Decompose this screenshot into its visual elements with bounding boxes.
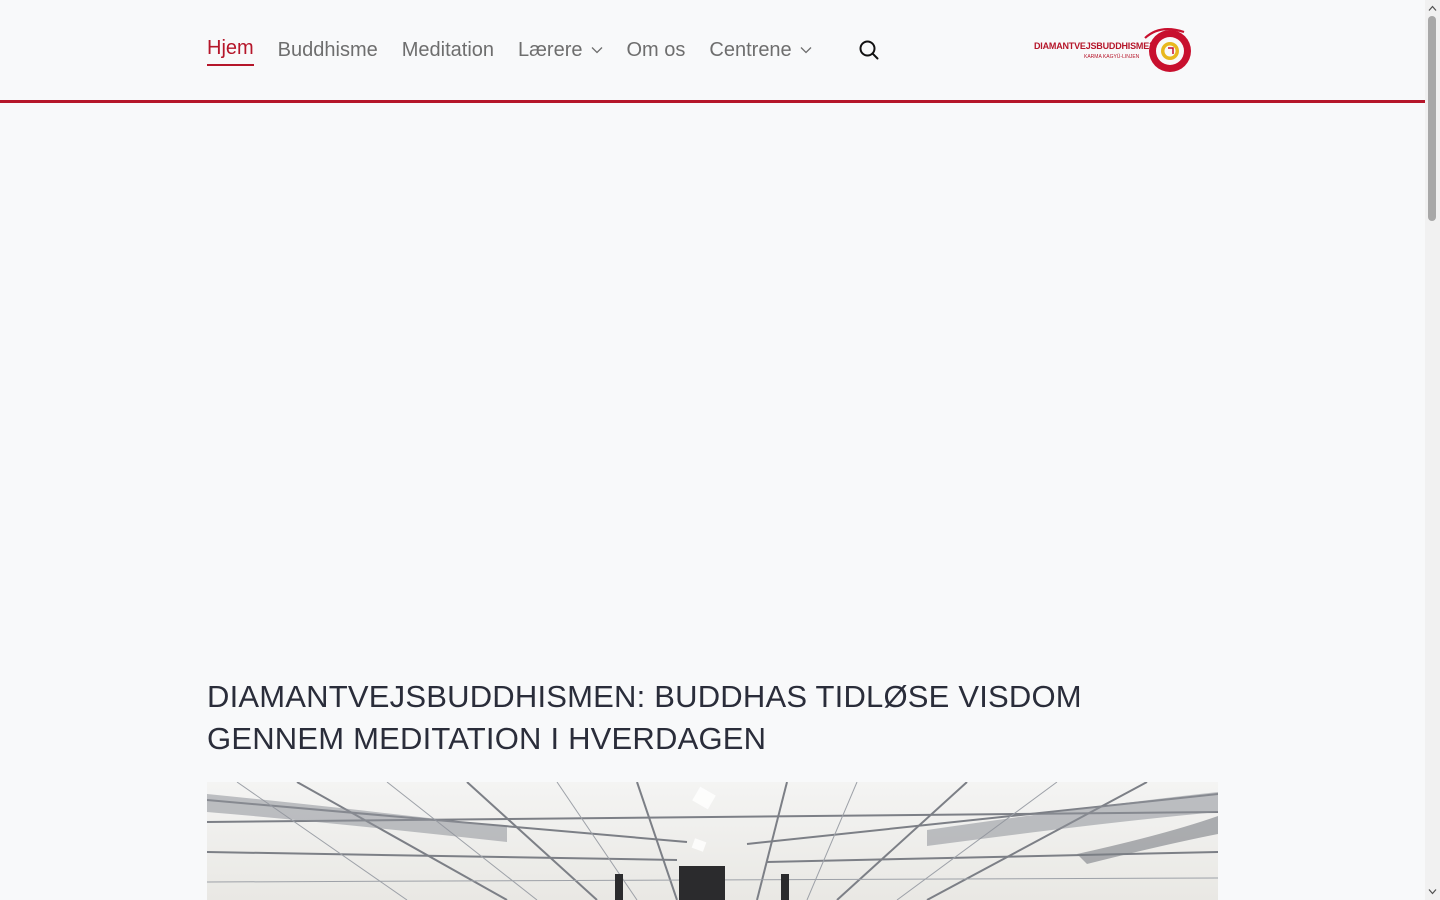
nav-item-laerere[interactable]: Lærere: [518, 36, 602, 64]
search-button[interactable]: [858, 39, 880, 61]
chevron-down-icon: [591, 47, 602, 54]
nav-item-meditation[interactable]: Meditation: [402, 36, 494, 64]
scrollbar-thumb[interactable]: [1428, 16, 1436, 221]
hero-video-area: [0, 103, 1425, 643]
logo-emblem-icon: [1144, 27, 1191, 72]
nav-item-label: Om os: [626, 39, 686, 61]
nav-item-label: Hjem: [207, 34, 254, 66]
tent-roof-illustration: [207, 782, 1218, 900]
search-icon: [859, 40, 879, 60]
vertical-scrollbar[interactable]: [1425, 0, 1440, 900]
nav-item-centrene[interactable]: Centrene: [709, 36, 812, 64]
nav-item-hjem[interactable]: Hjem: [207, 34, 254, 66]
main-nav: Hjem Buddhisme Meditation Lærere Om os C…: [207, 36, 836, 66]
nav-item-buddhisme[interactable]: Buddhisme: [278, 36, 378, 64]
scroll-up-arrow-icon[interactable]: [1428, 4, 1437, 13]
logo-text: DIAMANTVEJSBUDDHISME: [1034, 41, 1150, 51]
logo-subtext: KARMA KAGYÜ-LINJEN: [1084, 54, 1140, 60]
site-logo[interactable]: DIAMANTVEJSBUDDHISME KARMA KAGYÜ-LINJEN: [1030, 24, 1194, 76]
scroll-down-arrow-icon[interactable]: [1428, 887, 1437, 896]
hero-image: [207, 782, 1218, 900]
page: Hjem Buddhisme Meditation Lærere Om os C…: [0, 0, 1425, 900]
page-headline: DIAMANTVEJSBUDDHISMEN: BUDDHAS TIDLØSE V…: [207, 679, 1082, 756]
nav-item-label: Lærere: [518, 39, 583, 61]
nav-item-label: Centrene: [709, 39, 792, 61]
nav-item-om-os[interactable]: Om os: [627, 36, 686, 64]
nav-item-label: Meditation: [401, 39, 495, 61]
site-header: Hjem Buddhisme Meditation Lærere Om os C…: [0, 0, 1425, 103]
nav-item-label: Buddhisme: [277, 39, 378, 61]
chevron-down-icon: [800, 47, 812, 54]
